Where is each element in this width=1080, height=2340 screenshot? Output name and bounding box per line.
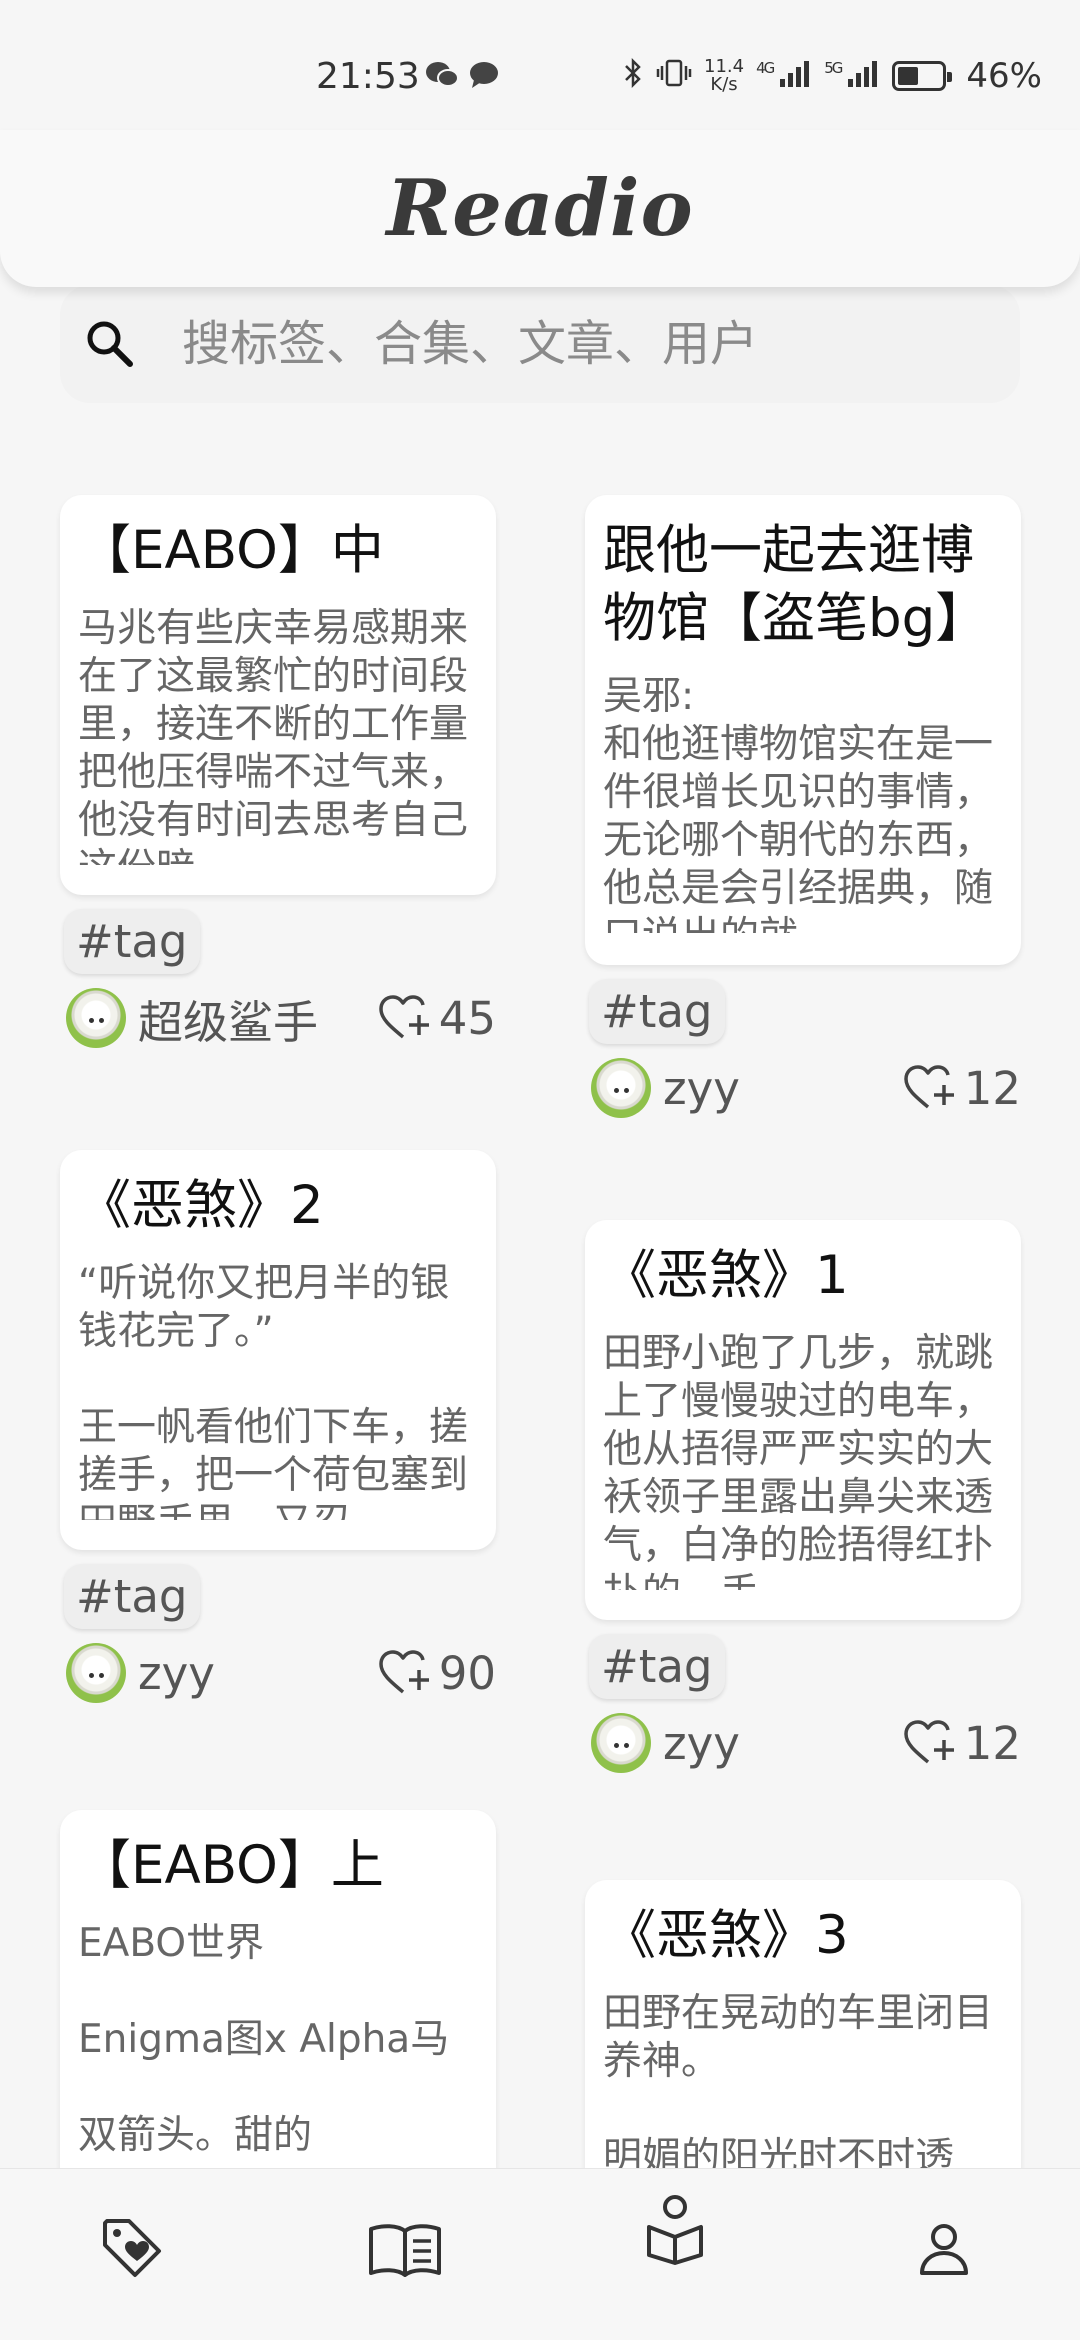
post-excerpt: 吴邪: 和他逛博物馆实在是一件很增长见识的事情，无论哪个朝代的东西，他总是会引经… xyxy=(603,674,994,933)
post-item[interactable]: 跟他一起去逛博物馆【盗笔bg】 吴邪: 和他逛博物馆实在是一件很增长见识的事情，… xyxy=(585,495,1021,1220)
avatar[interactable] xyxy=(66,1643,126,1703)
post-excerpt: 田野小跑了几步，就跳上了慢慢驶过的电车，他从捂得严严实实的大袄领子里露出鼻尖来透… xyxy=(603,1331,994,1590)
app-title: Readio xyxy=(386,163,694,254)
post-card[interactable]: 《恶煞》2 “听说你又把月半的银钱花完了。” 王一帆看他们下车，搓搓手，把一个荷… xyxy=(60,1150,496,1550)
like-count: 12 xyxy=(963,1061,1021,1115)
avatar[interactable] xyxy=(591,1058,651,1118)
post-title: 《恶煞》1 xyxy=(603,1245,849,1306)
post-title: 跟他一起去逛博物馆【盗笔bg】 xyxy=(603,520,989,649)
heart-plus-icon xyxy=(378,995,429,1039)
post-title: 《恶煞》2 xyxy=(78,1175,324,1236)
open-book-icon xyxy=(369,2224,441,2277)
author-name[interactable]: 超级鲨手 xyxy=(138,986,318,1051)
search-icon[interactable] xyxy=(78,312,142,376)
tag-chip[interactable]: #tag xyxy=(589,1634,725,1699)
tag-chip[interactable]: #tag xyxy=(589,979,725,1044)
like-count: 45 xyxy=(438,991,496,1045)
post-item[interactable]: 【EABO】中 马兆有些庆幸易感期来在了这最繁忙的时间段里，接连不断的工作量把他… xyxy=(60,495,496,1150)
nav-item-library[interactable] xyxy=(365,2209,445,2289)
tag-chip[interactable]: #tag xyxy=(64,1564,200,1629)
heart-plus-icon xyxy=(378,1650,429,1694)
tag-chip[interactable]: #tag xyxy=(64,909,200,974)
post-card[interactable]: 跟他一起去逛博物馆【盗笔bg】 吴邪: 和他逛博物馆实在是一件很增长见识的事情，… xyxy=(585,495,1021,965)
avatar[interactable] xyxy=(591,1713,651,1773)
user-icon xyxy=(920,2224,968,2275)
heart-plus-icon xyxy=(903,1065,954,1109)
like-button[interactable]: 12 xyxy=(902,1717,1021,1770)
post-excerpt: “听说你又把月半的银钱花完了。” 王一帆看他们下车，搓搓手，把一个荷包塞到田野手… xyxy=(78,1261,469,1520)
author-name[interactable]: zyy xyxy=(663,1062,740,1115)
post-item[interactable]: 【EABO】上 EABO世界 Enigma图x Alpha马 双箭头。甜的 xyxy=(60,1810,496,2170)
bottom-nav xyxy=(0,2168,1080,2340)
nav-item-profile[interactable] xyxy=(904,2209,984,2289)
post-item[interactable]: 《恶煞》2 “听说你又把月半的银钱花完了。” 王一帆看他们下车，搓搓手，把一个荷… xyxy=(60,1150,496,1810)
tag-heart-icon xyxy=(103,2219,161,2277)
post-meta: zyy 12 xyxy=(585,1054,1021,1122)
like-count: 90 xyxy=(438,1646,496,1700)
like-count: 12 xyxy=(963,1716,1021,1770)
post-excerpt: 田野在晃动的车里闭目养神。 明媚的阳光时不时透 xyxy=(603,1991,994,2170)
nav-item-tags[interactable] xyxy=(93,2209,173,2289)
nav-item-read[interactable] xyxy=(635,2189,715,2269)
feed-column-left: 【EABO】中 马兆有些庆幸易感期来在了这最繁忙的时间段里，接连不断的工作量把他… xyxy=(60,495,496,2170)
avatar[interactable] xyxy=(66,988,126,1048)
post-card[interactable]: 【EABO】上 EABO世界 Enigma图x Alpha马 双箭头。甜的 xyxy=(60,1810,496,2170)
author-name[interactable]: zyy xyxy=(138,1647,215,1700)
author-name[interactable]: zyy xyxy=(663,1717,740,1770)
app-header: Readio xyxy=(0,130,1080,287)
post-title: 【EABO】中 xyxy=(78,520,384,581)
post-card[interactable]: 《恶煞》3 田野在晃动的车里闭目养神。 明媚的阳光时不时透 xyxy=(585,1880,1021,2170)
post-excerpt: 马兆有些庆幸易感期来在了这最繁忙的时间段里，接连不断的工作量把他压得喘不过气来，… xyxy=(78,606,469,865)
search-input[interactable] xyxy=(182,316,962,372)
like-button[interactable]: 90 xyxy=(377,1647,496,1700)
post-card[interactable]: 《恶煞》1 田野小跑了几步，就跳上了慢慢驶过的电车，他从捂得严严实实的大袄领子里… xyxy=(585,1220,1021,1620)
post-item[interactable]: 《恶煞》1 田野小跑了几步，就跳上了慢慢驶过的电车，他从捂得严严实实的大袄领子里… xyxy=(585,1220,1021,1880)
like-button[interactable]: 12 xyxy=(902,1062,1021,1115)
post-meta: zyy 12 xyxy=(585,1709,1021,1777)
heart-plus-icon xyxy=(903,1720,954,1764)
like-button[interactable]: 45 xyxy=(377,992,496,1045)
post-title: 《恶煞》3 xyxy=(603,1905,849,1966)
post-meta: 超级鲨手 45 xyxy=(60,984,496,1052)
post-title: 【EABO】上 xyxy=(78,1835,384,1896)
feed-column-right: 跟他一起去逛博物馆【盗笔bg】 吴邪: 和他逛博物馆实在是一件很增长见识的事情，… xyxy=(585,495,1021,2170)
post-card[interactable]: 【EABO】中 马兆有些庆幸易感期来在了这最繁忙的时间段里，接连不断的工作量把他… xyxy=(60,495,496,895)
post-excerpt: EABO世界 Enigma图x Alpha马 双箭头。甜的 xyxy=(78,1921,450,2158)
post-item[interactable]: 《恶煞》3 田野在晃动的车里闭目养神。 明媚的阳光时不时透 xyxy=(585,1880,1021,2170)
reader-icon xyxy=(647,2195,703,2265)
search-bar[interactable] xyxy=(60,285,1020,403)
post-meta: zyy 90 xyxy=(60,1639,496,1707)
